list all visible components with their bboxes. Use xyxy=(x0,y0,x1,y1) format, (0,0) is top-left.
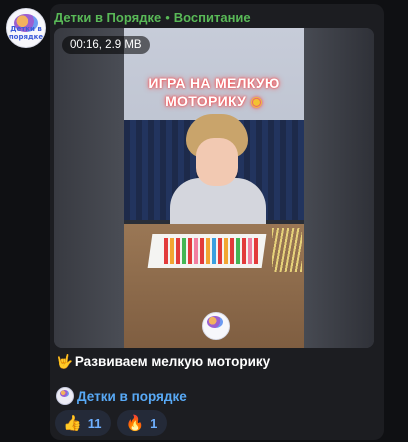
video-title-line2-text: МОТОРИКУ xyxy=(165,93,247,109)
channel-link-avatar-icon xyxy=(56,387,74,405)
watermark-logo-mark-icon xyxy=(207,316,223,328)
video-duration: 00:16 xyxy=(70,39,99,51)
reactions-bar: 👍 11 🔥 1 xyxy=(55,410,168,436)
channel-avatar[interactable]: Детки в порядке xyxy=(6,8,46,48)
video-size: 2.9 MB xyxy=(105,39,142,51)
video-title-overlay: ИГРА НА МЕЛКУЮ МОТОРИКУ ◉ xyxy=(124,74,304,110)
reaction-count: 11 xyxy=(87,415,102,431)
fire-icon: 🔥 xyxy=(125,414,145,432)
avatar-logo-text: Детки в порядке xyxy=(8,25,44,41)
reaction-count: 1 xyxy=(150,415,158,431)
video-watermark-logo-icon xyxy=(202,312,230,340)
channel-link-text[interactable]: Детки в порядке xyxy=(77,389,187,404)
channel-link[interactable]: Детки в порядке xyxy=(56,386,187,406)
video-title-line2: МОТОРИКУ ◉ xyxy=(124,92,304,110)
channel-topic[interactable]: Воспитание xyxy=(174,10,251,25)
video-blur-left xyxy=(54,28,124,348)
caption-text: Развиваем мелкую моторику xyxy=(74,354,271,369)
video-blur-right xyxy=(304,28,374,348)
video-player[interactable]: ИГРА НА МЕЛКУЮ МОТОРИКУ ◉ xyxy=(54,28,374,348)
header-separator: • xyxy=(165,10,170,25)
message-header: Детки в Порядке • Воспитание xyxy=(54,10,251,28)
thumbs-up-icon: 👍 xyxy=(63,414,82,432)
video-girl-face xyxy=(196,138,238,186)
channel-name[interactable]: Детки в Порядке xyxy=(54,10,161,25)
reaction-fire[interactable]: 🔥 1 xyxy=(117,410,168,436)
reaction-thumbs-up[interactable]: 👍 11 xyxy=(55,410,112,436)
video-meta-pill: 00:16, 2.9 MB xyxy=(62,36,150,54)
video-title-line1: ИГРА НА МЕЛКУЮ xyxy=(148,75,280,91)
video-sticks xyxy=(164,238,258,264)
message-caption: 🤟 Развиваем мелкую моторику xyxy=(56,354,270,374)
horns-hand-icon: 🤟 xyxy=(56,354,73,370)
video-straws xyxy=(272,228,302,272)
video-title-emoji-icon: ◉ xyxy=(250,93,263,109)
